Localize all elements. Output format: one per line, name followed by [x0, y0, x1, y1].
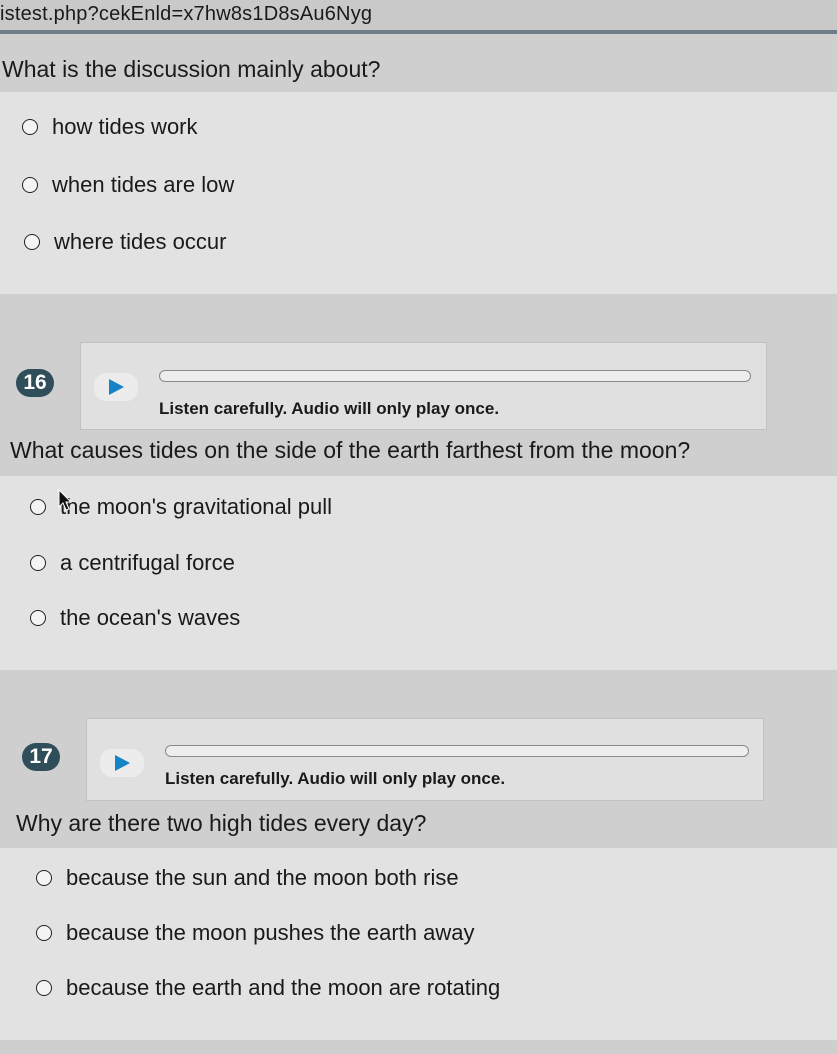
- radio-circle-icon[interactable]: [22, 119, 38, 135]
- q16-question: What causes tides on the side of the ear…: [10, 437, 691, 463]
- radio-circle-icon[interactable]: [22, 177, 38, 193]
- q15-option-3[interactable]: where tides occur: [24, 229, 226, 255]
- q16-option-2-label: a centrifugal force: [60, 550, 235, 575]
- q17-play-button[interactable]: [100, 749, 144, 777]
- radio-circle-icon[interactable]: [36, 870, 52, 886]
- radio-circle-icon[interactable]: [30, 555, 46, 571]
- radio-circle-icon[interactable]: [30, 499, 46, 515]
- url-text: istest.php?cekEnld=x7hw8s1D8sAu6Nyg: [0, 3, 373, 25]
- q16-options: the moon's gravitational pull a centrifu…: [0, 476, 837, 670]
- q17-audio-progress-bar: [165, 745, 749, 757]
- radio-circle-icon[interactable]: [36, 980, 52, 996]
- q17-option-2-label: because the moon pushes the earth away: [66, 920, 475, 945]
- q15-question: What is the discussion mainly about?: [2, 56, 381, 82]
- q16-option-3-label: the ocean's waves: [60, 605, 241, 630]
- q17-options: because the sun and the moon both rise b…: [0, 848, 837, 1040]
- q16-option-1-label: the moon's gravitational pull: [60, 494, 333, 519]
- address-bar[interactable]: istest.php?cekEnld=x7hw8s1D8sAu6Nyg: [0, 0, 837, 34]
- q16-instruction: Listen carefully. Audio will only play o…: [159, 399, 500, 418]
- play-icon: [115, 755, 130, 771]
- q17-option-2[interactable]: because the moon pushes the earth away: [36, 920, 475, 946]
- q17-option-1-label: because the sun and the moon both rise: [66, 865, 459, 890]
- q16-option-1[interactable]: the moon's gravitational pull: [30, 494, 332, 520]
- radio-circle-icon[interactable]: [24, 234, 40, 250]
- q16-option-2[interactable]: a centrifugal force: [30, 550, 235, 576]
- q16-play-button[interactable]: [94, 373, 138, 401]
- q17-option-3-label: because the earth and the moon are rotat…: [66, 975, 501, 1000]
- q15-option-1-label: how tides work: [52, 114, 198, 139]
- mouse-pointer-icon: [58, 489, 72, 511]
- q17-audio-player: Listen carefully. Audio will only play o…: [86, 718, 764, 801]
- q17-option-1[interactable]: because the sun and the moon both rise: [36, 865, 459, 891]
- q15-option-2-label: when tides are low: [52, 172, 235, 197]
- q17-instruction: Listen carefully. Audio will only play o…: [165, 769, 506, 788]
- q15-options: how tides work when tides are low where …: [0, 92, 837, 294]
- q17-option-3[interactable]: because the earth and the moon are rotat…: [36, 975, 500, 1001]
- q16-audio-progress-bar: [159, 370, 751, 382]
- q17-number-badge: 17: [22, 743, 60, 771]
- q16-option-3[interactable]: the ocean's waves: [30, 605, 240, 631]
- q16-audio-player: Listen carefully. Audio will only play o…: [80, 342, 767, 430]
- q15-option-1[interactable]: how tides work: [22, 114, 198, 140]
- play-icon: [109, 379, 124, 395]
- radio-circle-icon[interactable]: [30, 610, 46, 626]
- q17-question: Why are there two high tides every day?: [16, 810, 427, 836]
- q15-option-3-label: where tides occur: [54, 229, 227, 254]
- radio-circle-icon[interactable]: [36, 925, 52, 941]
- q15-option-2[interactable]: when tides are low: [22, 172, 234, 198]
- q16-number-badge: 16: [16, 369, 54, 397]
